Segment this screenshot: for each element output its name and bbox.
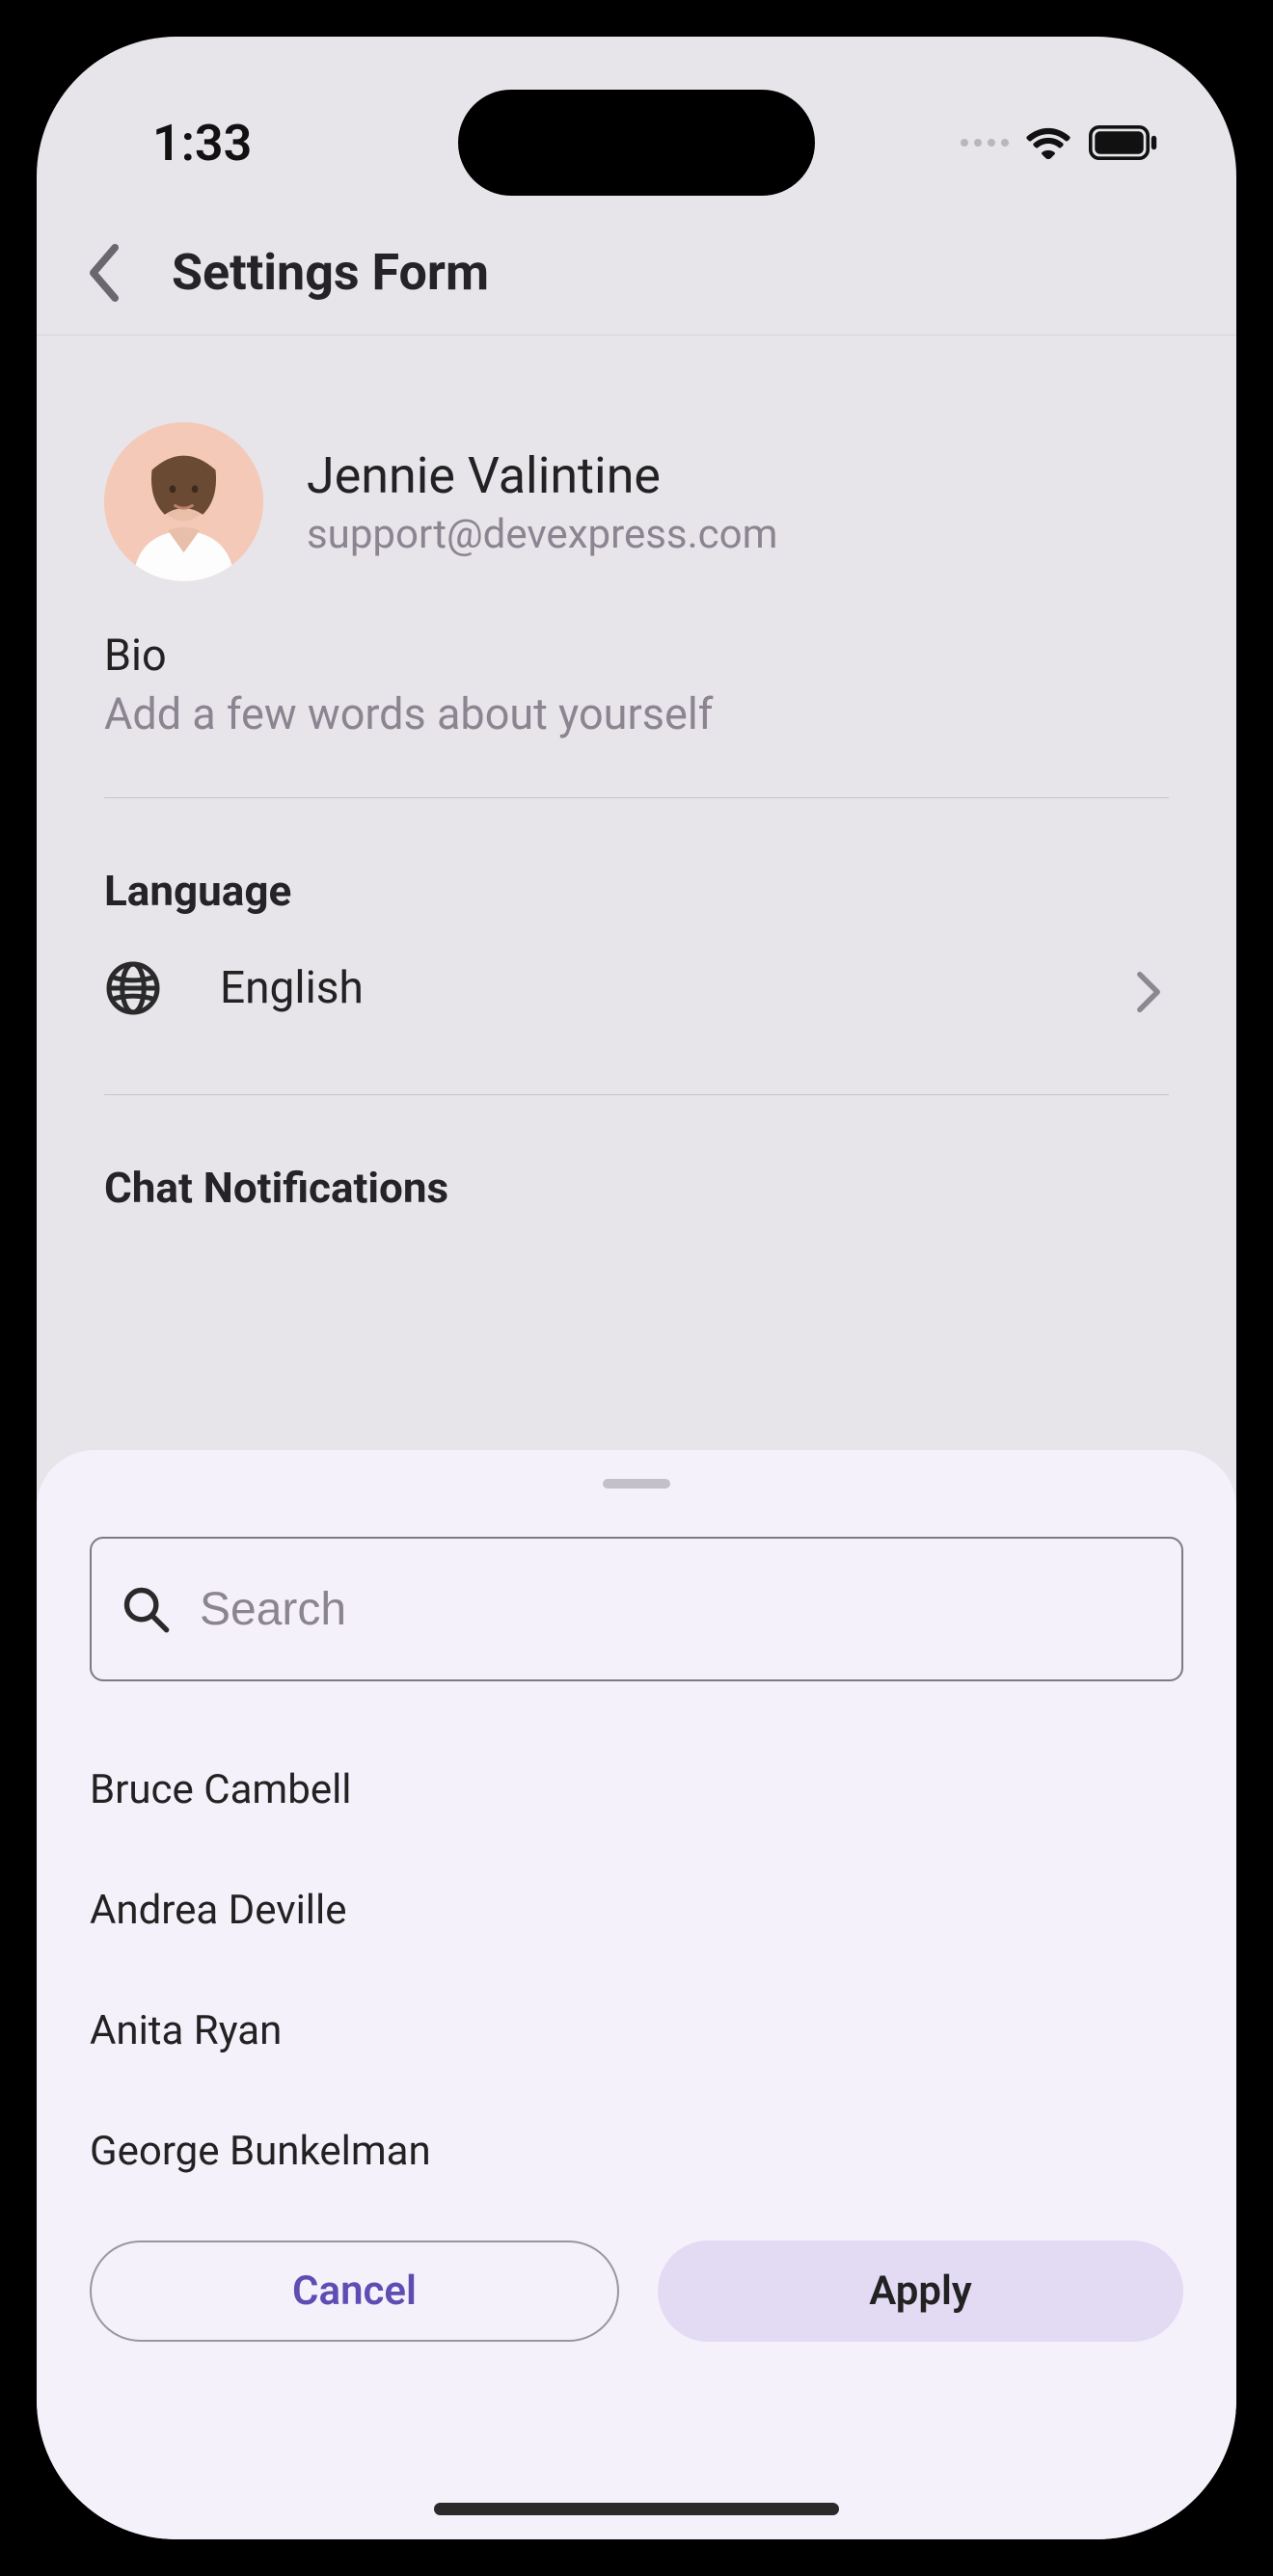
back-button[interactable] — [75, 244, 133, 302]
chat-notifications-header: Chat Notifications — [104, 1095, 1169, 1256]
nav-bar: Settings Form — [37, 210, 1236, 335]
cellular-icon — [961, 139, 1009, 147]
list-item[interactable]: George Bunkelman — [90, 2091, 1183, 2212]
battery-icon — [1088, 125, 1159, 160]
list-item[interactable]: Anita Ryan — [90, 1971, 1183, 2091]
search-box[interactable] — [90, 1537, 1183, 1681]
profile-name: Jennie Valintine — [307, 446, 777, 505]
bio-field[interactable]: Bio Add a few words about yourself — [104, 630, 1169, 798]
status-time: 1:33 — [152, 114, 252, 173]
language-value: English — [220, 962, 1076, 1014]
profile-email: support@devexpress.com — [307, 511, 777, 558]
list-item[interactable]: Andrea Deville — [90, 1850, 1183, 1971]
cancel-button[interactable]: Cancel — [90, 2241, 619, 2342]
avatar[interactable] — [104, 422, 263, 581]
profile-row: Jennie Valintine support@devexpress.com — [104, 335, 1169, 630]
globe-icon — [104, 959, 162, 1017]
apply-button[interactable]: Apply — [658, 2241, 1183, 2342]
bio-label: Bio — [104, 630, 1169, 681]
search-input[interactable] — [200, 1583, 1152, 1636]
chevron-right-icon — [1134, 971, 1169, 1006]
sheet-handle[interactable] — [603, 1479, 670, 1489]
page-title: Settings Form — [172, 243, 489, 302]
language-header: Language — [104, 798, 1169, 959]
bottom-sheet: Bruce Cambell Andrea Deville Anita Ryan … — [37, 1450, 1236, 2539]
bio-placeholder: Add a few words about yourself — [104, 688, 1169, 739]
wifi-icon — [1026, 126, 1070, 159]
list-item[interactable]: Bruce Cambell — [90, 1730, 1183, 1850]
search-icon — [121, 1584, 171, 1634]
language-row[interactable]: English — [104, 959, 1169, 1095]
home-indicator[interactable] — [434, 2503, 839, 2515]
dynamic-island — [458, 90, 815, 196]
